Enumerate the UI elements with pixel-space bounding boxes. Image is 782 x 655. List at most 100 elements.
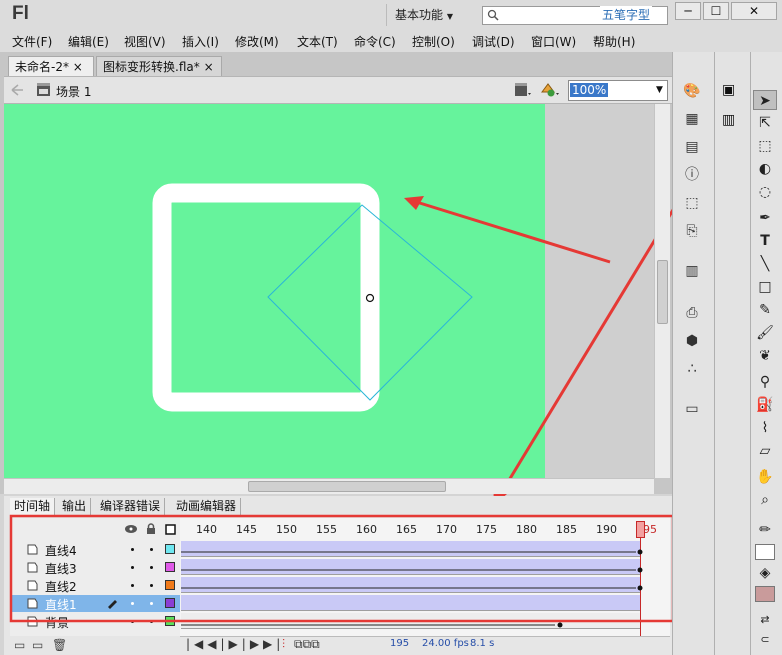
workspace-switcher[interactable]: 基本功能 ▼ [386, 4, 472, 26]
eye-icon[interactable] [124, 524, 138, 534]
bone-tool-icon[interactable]: ⚲ [753, 372, 777, 392]
outline-icon[interactable] [165, 524, 176, 535]
close-window-button[interactable]: ✕ [731, 2, 777, 20]
3d-rotation-icon[interactable]: ◐ [753, 159, 777, 179]
layer-row-line2[interactable]: 直线2 [10, 577, 180, 594]
tab-icon-morph[interactable]: 图标变形转换.fla* × [96, 56, 222, 76]
transform-icon[interactable]: ⬚ [681, 194, 703, 212]
playhead[interactable] [636, 521, 645, 538]
subselection-tool-icon[interactable]: ⇱ [753, 113, 777, 133]
layer-color-swatch[interactable] [165, 598, 175, 608]
chevron-down-icon[interactable]: ▼ [656, 85, 663, 95]
ruler-label: 145 [236, 523, 257, 536]
swap-colors-icon[interactable]: ⇄ [753, 610, 777, 630]
rectangle-tool-icon[interactable]: □ [753, 277, 777, 297]
menu-window[interactable]: 窗口(W) [531, 33, 576, 50]
pen-tool-icon[interactable]: ✒ [753, 208, 777, 228]
layer-color-swatch[interactable] [165, 580, 175, 590]
free-transform-icon[interactable]: ⬚ [753, 136, 777, 156]
swatches-icon[interactable]: ▦ [681, 110, 703, 128]
back-arrow-icon[interactable] [10, 84, 24, 96]
menu-view[interactable]: 视图(V) [124, 33, 166, 50]
hand-tool-icon[interactable]: ✋ [753, 467, 777, 487]
menu-edit[interactable]: 编辑(E) [68, 33, 109, 50]
new-layer-icon[interactable]: ▭ [14, 638, 25, 652]
new-folder-icon[interactable]: ▭ [32, 638, 43, 652]
lock-icon[interactable] [146, 523, 156, 535]
center-frame-icon[interactable]: ⫶ [282, 637, 285, 652]
properties-icon[interactable]: ▣ [722, 82, 735, 98]
horizontal-scrollbar[interactable] [4, 478, 654, 494]
selection-tool-icon[interactable]: ➤ [753, 90, 777, 110]
pencil-tool-icon[interactable]: ✎ [753, 300, 777, 320]
layer-row-line4[interactable]: 直线4 [10, 541, 180, 558]
paint-bucket-icon[interactable]: ⛽ [753, 395, 777, 415]
layer-icon [27, 544, 38, 555]
align-icon[interactable]: ▤ [681, 138, 703, 156]
text-tool-icon[interactable]: T [753, 231, 777, 251]
stroke-color-swatch[interactable] [755, 544, 775, 560]
menu-text[interactable]: 文本(T) [297, 33, 338, 50]
ruler-label: 170 [436, 523, 457, 536]
frame-span[interactable] [181, 559, 640, 575]
layer-color-swatch[interactable] [165, 544, 175, 554]
tab-compiler-errors[interactable]: 编译器错误 [96, 498, 166, 515]
fill-color-icon[interactable]: ◈ [753, 563, 777, 583]
layer-icon [27, 562, 38, 573]
ruler-label: 185 [556, 523, 577, 536]
brush-tool-icon[interactable]: 🖌 [753, 323, 777, 343]
tab-motion-editor[interactable]: 动画编辑器 [172, 498, 242, 515]
edit-scene-icon[interactable] [514, 82, 532, 98]
lasso-tool-icon[interactable]: ◌ [753, 182, 777, 202]
menu-modify[interactable]: 修改(M) [235, 33, 279, 50]
frame-rate[interactable]: 24.00 fps [422, 638, 469, 649]
snap-to-objects-icon[interactable]: ⊂ [753, 630, 777, 650]
maximize-button[interactable]: ☐ [703, 2, 729, 20]
scene-panel-icon[interactable]: ▭ [681, 400, 703, 418]
tab-output[interactable]: 输出 [58, 498, 92, 515]
minimize-button[interactable]: ─ [675, 2, 701, 20]
close-icon[interactable]: × [204, 60, 214, 74]
layer-color-swatch[interactable] [165, 562, 175, 572]
motion-presets-icon[interactable]: ∴ [681, 360, 703, 378]
library-icon[interactable]: ▥ [681, 262, 703, 280]
eyedropper-icon[interactable]: ⌇ [753, 418, 777, 438]
color-panel-icon[interactable]: 🎨 [681, 82, 703, 100]
line-tool-icon[interactable]: ╲ [753, 254, 777, 274]
onion-skin-icon[interactable]: ⧉⧉⧉ [294, 637, 320, 652]
menu-debug[interactable]: 调试(D) [472, 33, 515, 50]
frame-span[interactable] [181, 613, 640, 629]
menu-file[interactable]: 文件(F) [12, 33, 52, 50]
components-icon[interactable]: ⬢ [681, 332, 703, 350]
tab-timeline[interactable]: 时间轴 [10, 498, 56, 515]
scene-icon [37, 83, 50, 96]
library-panel-icon[interactable]: ▥ [722, 112, 735, 128]
menu-control[interactable]: 控制(O) [412, 33, 455, 50]
delete-layer-icon[interactable]: 🗑 [52, 638, 67, 652]
fill-color-swatch[interactable] [755, 586, 775, 602]
close-icon[interactable]: × [73, 60, 83, 74]
code-snippets-icon[interactable]: ⎙ [681, 304, 703, 322]
layer-row-line3[interactable]: 直线3 [10, 559, 180, 576]
tab-label: 图标变形转换.fla* [103, 60, 200, 74]
menu-commands[interactable]: 命令(C) [354, 33, 396, 50]
playback-controls[interactable]: |◀◀|▶|▶▶| [186, 637, 284, 651]
menu-help[interactable]: 帮助(H) [593, 33, 635, 50]
menu-insert[interactable]: 插入(I) [182, 33, 219, 50]
deco-tool-icon[interactable]: ❦ [753, 346, 777, 366]
stage[interactable] [4, 104, 545, 478]
stroke-color-icon[interactable]: ✏ [753, 520, 777, 540]
edit-symbol-icon[interactable] [540, 82, 560, 98]
frame-span[interactable] [181, 577, 640, 593]
history-icon[interactable]: ⎘ [681, 222, 703, 240]
vertical-scrollbar[interactable] [654, 104, 670, 478]
frame-span[interactable] [181, 595, 640, 611]
tab-untitled-2[interactable]: 未命名-2* × [8, 56, 94, 76]
zoom-tool-icon[interactable]: ⌕ [753, 490, 777, 510]
layer-row-line1-selected[interactable]: 直线1 [10, 595, 180, 612]
info-icon[interactable]: ⓘ [681, 166, 703, 184]
layer-color-swatch[interactable] [165, 616, 175, 626]
layer-row-background[interactable]: 背景 [10, 613, 180, 630]
frame-span[interactable] [181, 541, 640, 557]
eraser-tool-icon[interactable]: ▱ [753, 441, 777, 461]
